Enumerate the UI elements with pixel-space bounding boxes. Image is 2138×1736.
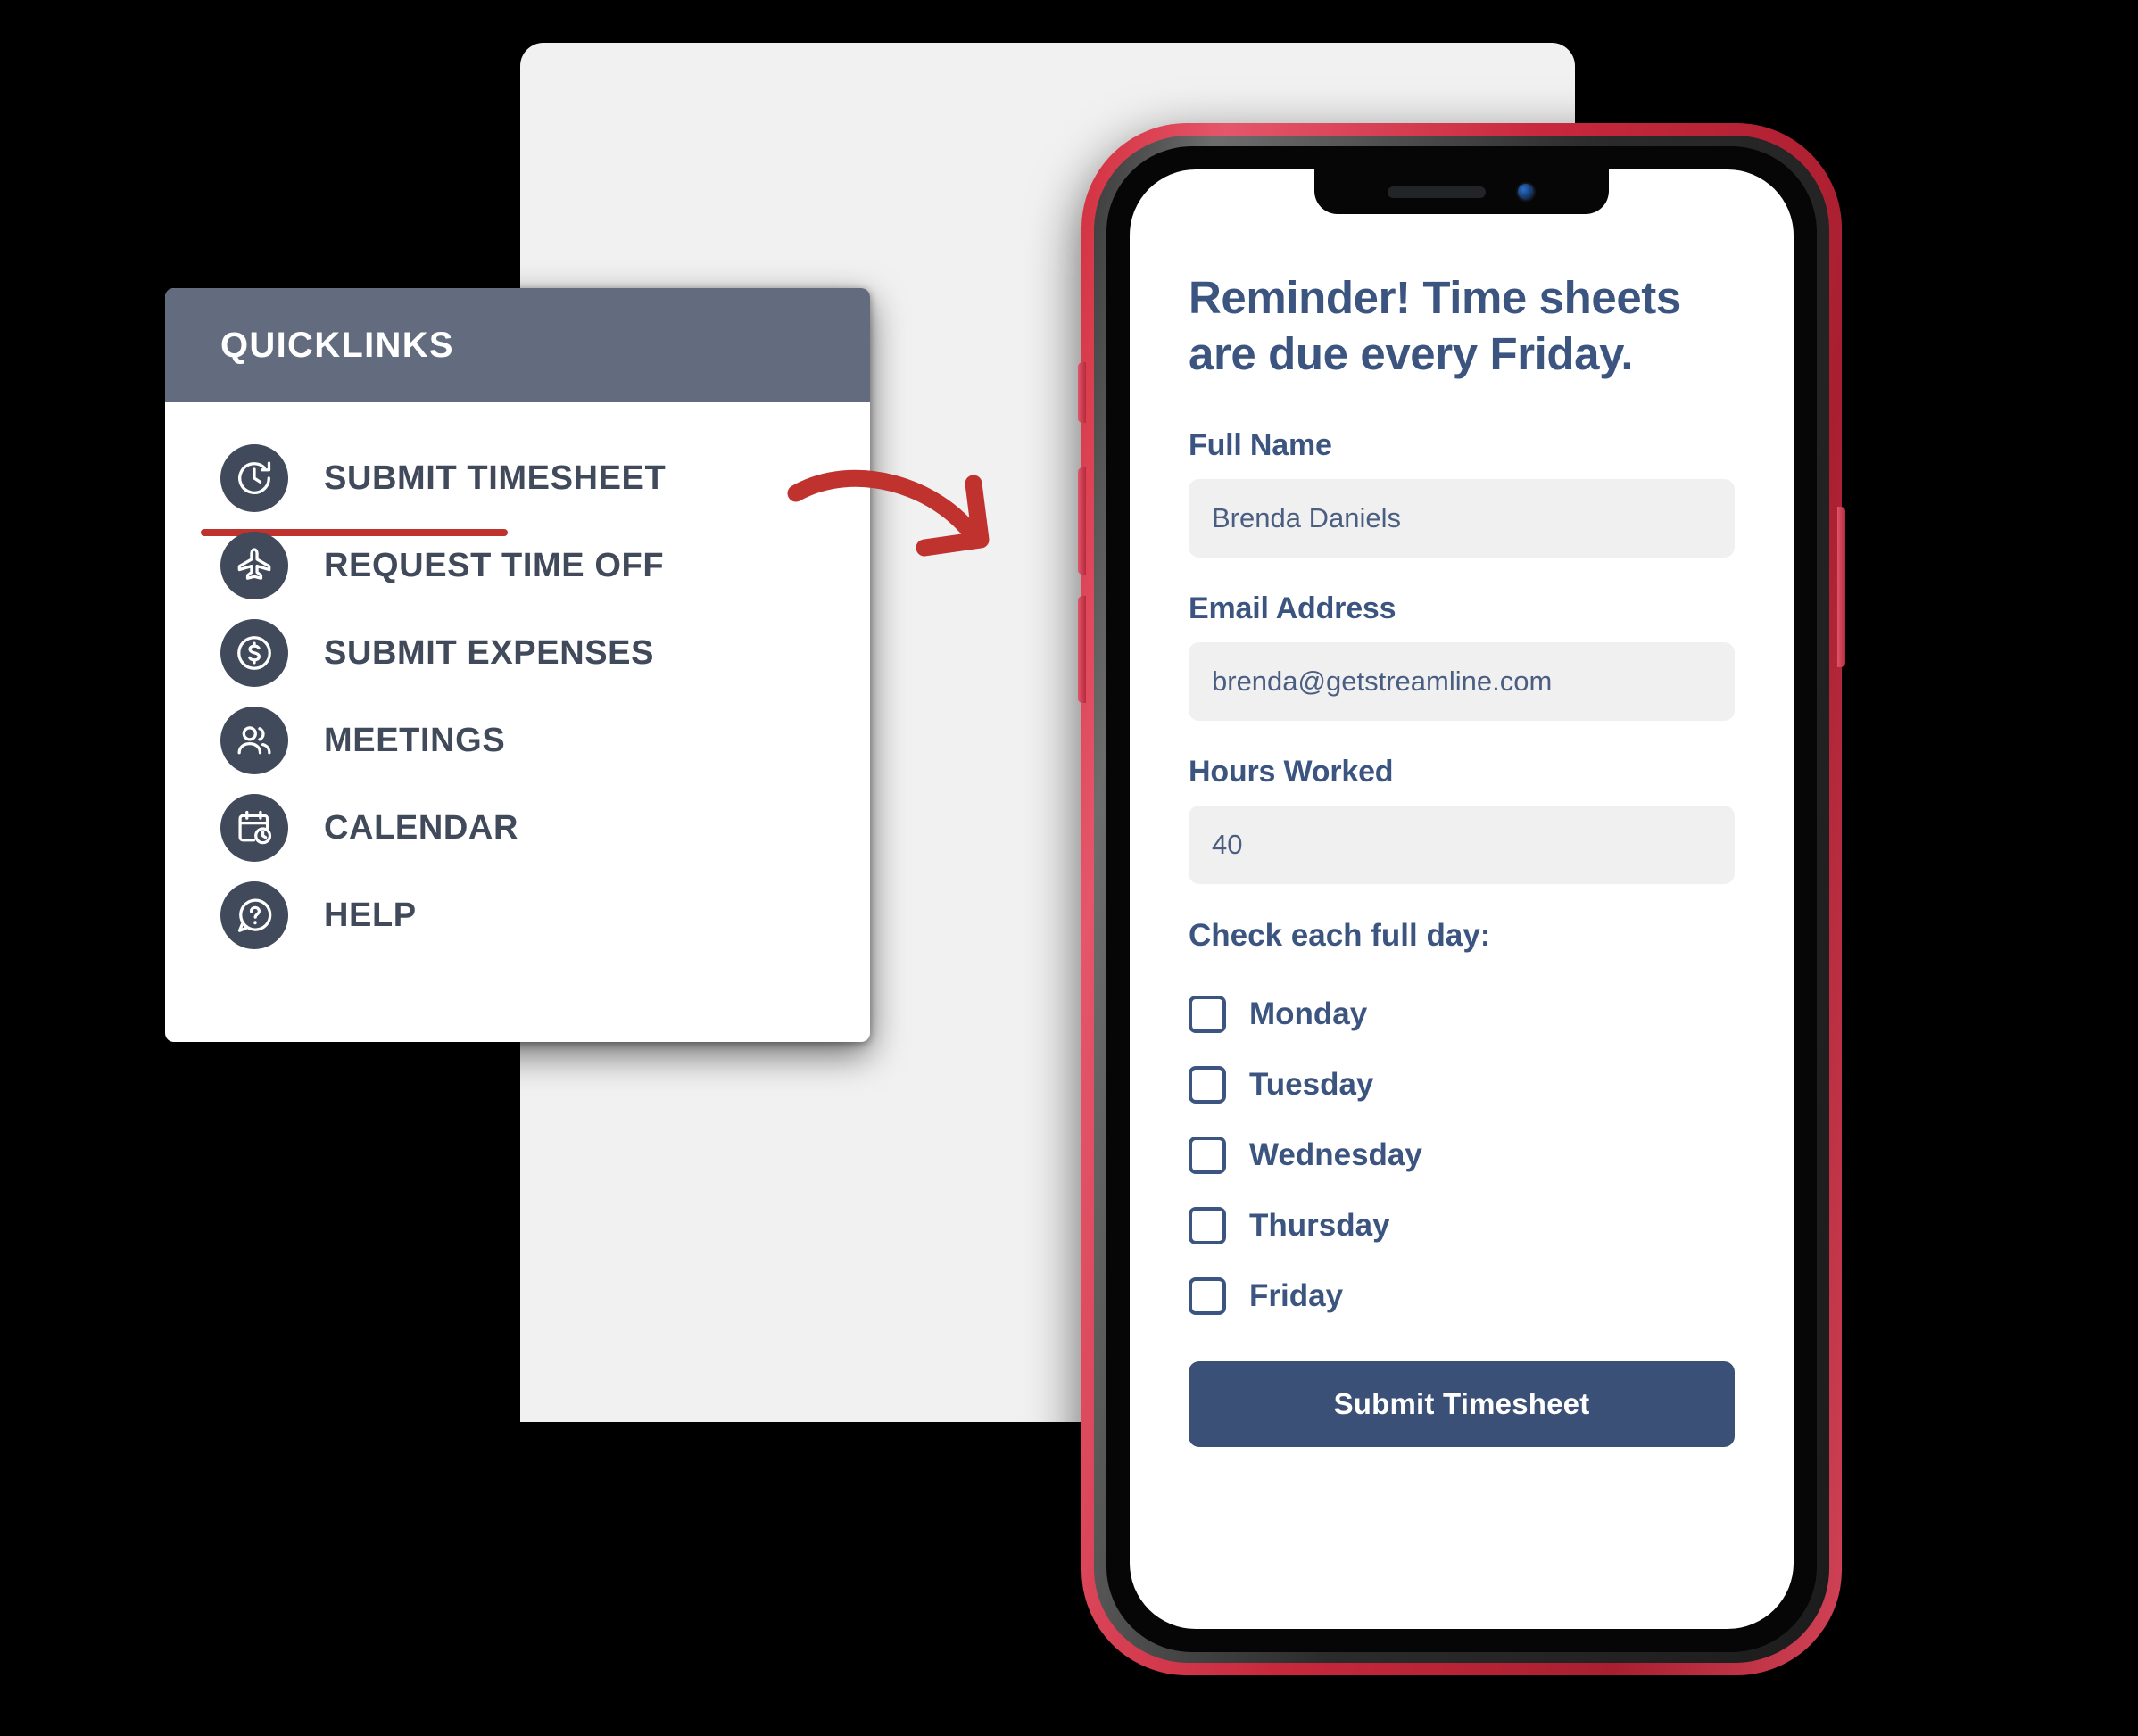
checkbox-friday[interactable] [1189, 1277, 1226, 1315]
curved-arrow-icon [785, 455, 1026, 580]
quicklinks-header: QUICKLINKS [165, 288, 870, 402]
checkbox-group-title: Check each full day: [1189, 918, 1491, 954]
phone-mute-switch[interactable] [1078, 362, 1086, 423]
field-email-address: Email Address brenda@getstreamline.com [1189, 591, 1735, 722]
full-name-input[interactable]: Brenda Daniels [1189, 479, 1735, 558]
checkbox-row-wednesday[interactable]: Wednesday [1189, 1120, 1735, 1190]
checkbox-label-tuesday: Tuesday [1249, 1066, 1374, 1102]
quicklink-item-meetings[interactable]: MEETINGS [165, 697, 870, 784]
checkbox-label-friday: Friday [1249, 1277, 1344, 1313]
quicklink-label: MEETINGS [324, 721, 506, 759]
calendar-clock-icon [220, 794, 288, 862]
phone-mockup: Reminder! Time sheets are due every Frid… [1078, 123, 1845, 1675]
quicklinks-list: SUBMIT TIMESHEET REQUEST TIME OFF SUBMIT… [165, 402, 870, 959]
phone-volume-up-button[interactable] [1078, 467, 1086, 575]
checkbox-monday[interactable] [1189, 995, 1226, 1033]
hours-worked-label: Hours Worked [1189, 755, 1394, 789]
airplane-icon [220, 532, 288, 599]
email-address-label: Email Address [1189, 591, 1396, 626]
checkbox-label-thursday: Thursday [1249, 1207, 1390, 1243]
checkbox-label-wednesday: Wednesday [1249, 1137, 1422, 1172]
quicklinks-panel: QUICKLINKS SUBMIT TIMESHEET REQUEST TIME… [165, 288, 870, 1042]
checkbox-tuesday[interactable] [1189, 1065, 1226, 1104]
dollar-circle-icon [220, 619, 288, 687]
quicklink-label: SUBMIT TIMESHEET [324, 459, 667, 497]
canvas: QUICKLINKS SUBMIT TIMESHEET REQUEST TIME… [0, 0, 2138, 1736]
quicklink-item-request-time-off[interactable]: REQUEST TIME OFF [165, 522, 870, 609]
field-hours-worked: Hours Worked 40 [1189, 755, 1735, 885]
question-bubble-icon [220, 881, 288, 949]
quicklink-item-submit-expenses[interactable]: SUBMIT EXPENSES [165, 609, 870, 697]
full-name-label: Full Name [1189, 428, 1332, 463]
checkbox-row-friday[interactable]: Friday [1189, 1261, 1735, 1331]
phone-body: Reminder! Time sheets are due every Frid… [1106, 146, 1817, 1652]
checkbox-wednesday[interactable] [1189, 1136, 1226, 1174]
phone-notch [1314, 169, 1609, 214]
field-full-name: Full Name Brenda Daniels [1189, 428, 1735, 558]
checkbox-thursday[interactable] [1189, 1206, 1226, 1244]
quicklink-label: SUBMIT EXPENSES [324, 633, 655, 672]
front-camera-icon [1516, 182, 1536, 202]
email-address-input[interactable]: brenda@getstreamline.com [1189, 642, 1735, 722]
quicklink-label: REQUEST TIME OFF [324, 546, 665, 584]
phone-volume-down-button[interactable] [1078, 596, 1086, 703]
phone-screen: Reminder! Time sheets are due every Frid… [1130, 169, 1794, 1629]
hours-worked-input[interactable]: 40 [1189, 806, 1735, 885]
quicklink-item-calendar[interactable]: CALENDAR [165, 784, 870, 872]
submit-timesheet-button[interactable]: Submit Timesheet [1189, 1361, 1735, 1448]
timesheet-form: Reminder! Time sheets are due every Frid… [1130, 169, 1794, 1448]
checkbox-row-monday[interactable]: Monday [1189, 979, 1735, 1049]
quicklink-label: CALENDAR [324, 808, 519, 847]
speaker-grille-icon [1388, 186, 1486, 198]
checkbox-row-thursday[interactable]: Thursday [1189, 1190, 1735, 1261]
quicklink-label: HELP [324, 896, 417, 934]
phone-power-button[interactable] [1837, 507, 1845, 667]
checkbox-label-monday: Monday [1249, 996, 1368, 1031]
quicklink-item-help[interactable]: HELP [165, 872, 870, 959]
checkbox-row-tuesday[interactable]: Tuesday [1189, 1049, 1735, 1120]
page-title: Reminder! Time sheets are due every Frid… [1189, 272, 1681, 380]
users-icon [220, 707, 288, 774]
clock-history-icon [220, 444, 288, 512]
quicklinks-title: QUICKLINKS [220, 325, 454, 365]
quicklink-item-submit-timesheet[interactable]: SUBMIT TIMESHEET [165, 434, 870, 536]
